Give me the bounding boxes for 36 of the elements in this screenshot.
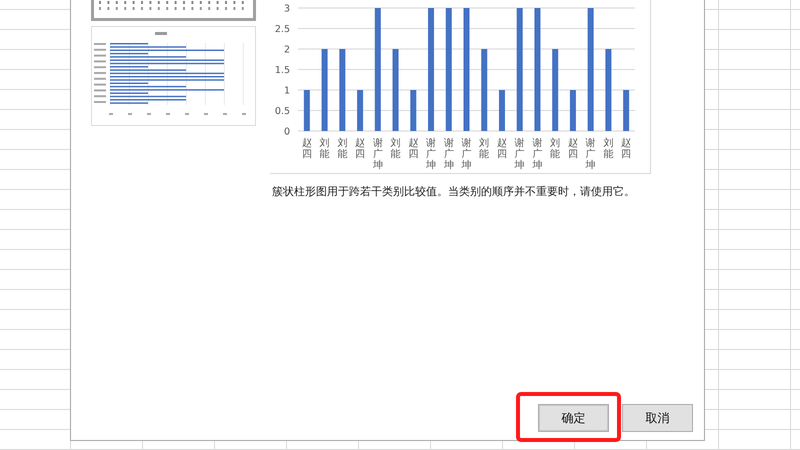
chart-thumbnail[interactable] <box>91 0 256 21</box>
tick-label: 0.5 <box>274 106 290 117</box>
category-label: 谢广坤 <box>444 138 454 171</box>
category-label: 谢广坤 <box>372 138 383 171</box>
bar <box>623 90 630 131</box>
bar <box>570 90 576 131</box>
chart-description: 簇状柱形图用于跨若干类别比较值。当类别的顺序并不重要时，请使用它。 <box>272 184 636 199</box>
category-label: 谢广坤 <box>586 138 596 171</box>
category-label: 刘能 <box>390 138 401 160</box>
tick-label: 2 <box>284 44 290 56</box>
category-label: 刘能 <box>479 138 490 160</box>
category-label: 刘能 <box>603 138 614 160</box>
category-label: 谢广坤 <box>462 138 472 171</box>
bar <box>357 90 364 131</box>
category-label: 赵四 <box>408 138 418 160</box>
category-label: 赵四 <box>355 138 366 160</box>
category-label: 刘能 <box>337 138 348 160</box>
tick-label: 3 <box>284 4 290 14</box>
category-label: 谢广坤 <box>426 138 436 171</box>
category-label: 谢广坤 <box>514 138 525 171</box>
tick-label: 1.5 <box>274 65 290 76</box>
cancel-button[interactable]: 取消 <box>622 404 693 432</box>
category-label: 赵四 <box>621 138 632 160</box>
category-label: 刘能 <box>550 138 560 160</box>
bar <box>410 90 416 131</box>
tick-label: 1 <box>284 86 290 96</box>
category-label: 赵四 <box>302 138 312 160</box>
category-label: 刘能 <box>320 138 330 160</box>
category-label: 谢广坤 <box>532 138 542 171</box>
bar <box>498 90 505 131</box>
bar <box>304 90 310 131</box>
category-label: 赵四 <box>496 138 507 160</box>
tick-label: 2.5 <box>274 24 290 35</box>
tick-label: 0 <box>284 126 290 138</box>
ok-button[interactable]: 确定 <box>538 404 609 432</box>
category-label: 赵四 <box>568 138 578 160</box>
